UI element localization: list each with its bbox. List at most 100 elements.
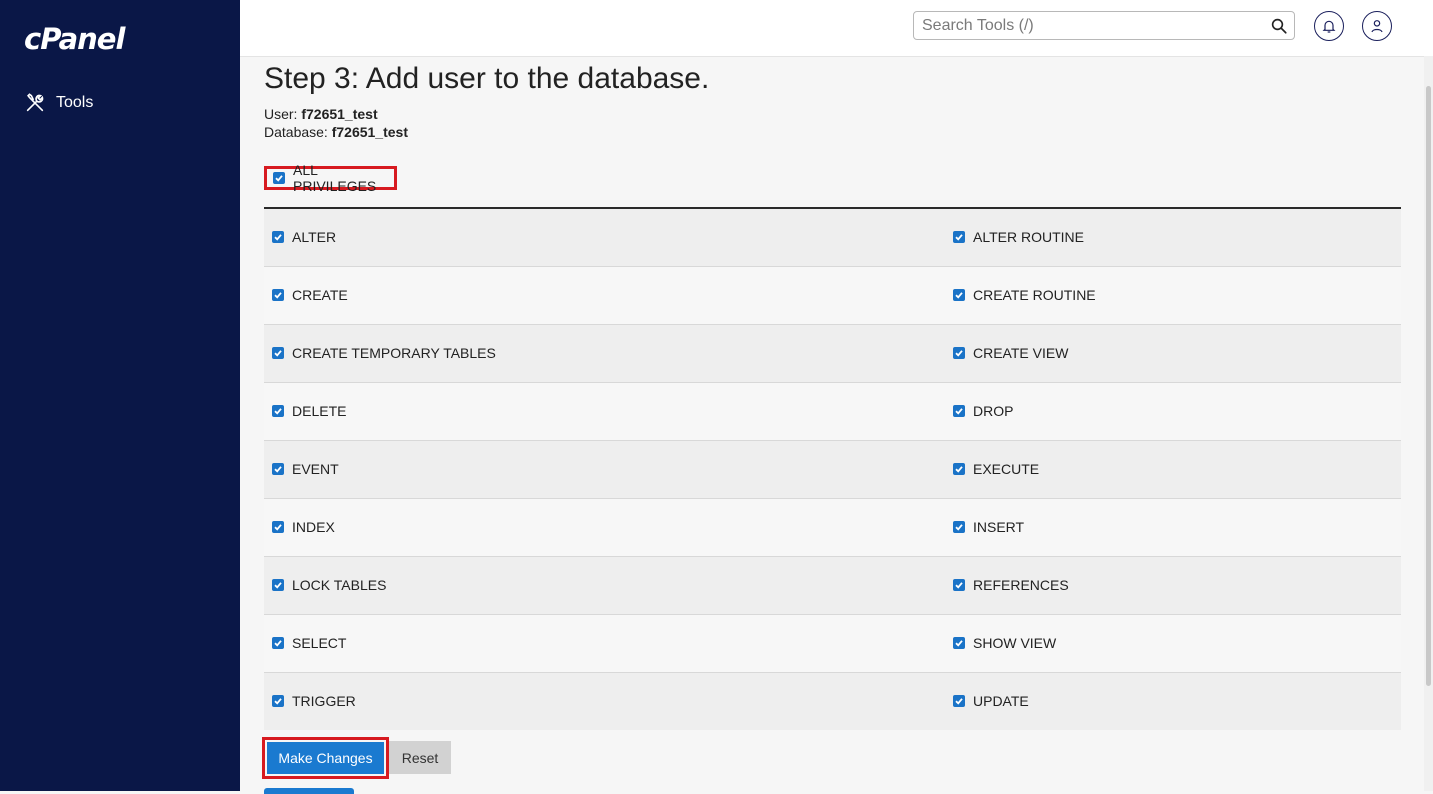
privilege-label: ALTER [292, 229, 337, 245]
privilege-label: UPDATE [973, 693, 1029, 709]
sidebar: cPanel Tools [0, 0, 240, 791]
privilege-checkbox[interactable]: REFERENCES [953, 557, 1069, 613]
privilege-label: CREATE [292, 287, 348, 303]
check-icon [955, 408, 963, 415]
privilege-checkbox[interactable]: CREATE ROUTINE [953, 267, 1096, 323]
privilege-label: ALTER ROUTINE [973, 229, 1084, 245]
checkbox-checked[interactable] [272, 347, 284, 359]
make-changes-highlight: Make Changes [262, 737, 389, 779]
privileges-table: ALTER ALTER ROUTINE CREATE CREATE ROUTINE CR… [264, 207, 1401, 730]
privilege-label: SHOW VIEW [973, 635, 1057, 651]
privilege-checkbox[interactable]: ALTER ROUTINE [953, 209, 1084, 265]
all-privileges-label: ALL PRIVILEGES [293, 162, 377, 194]
cpanel-logo[interactable]: cPanel [24, 22, 125, 56]
sidebar-item-tools[interactable]: Tools [24, 90, 93, 116]
checkbox-checked[interactable] [273, 172, 285, 184]
scrollbar-thumb[interactable] [1426, 86, 1431, 686]
privilege-checkbox[interactable]: SELECT [272, 615, 346, 671]
checkbox-checked[interactable] [272, 231, 284, 243]
check-icon [275, 175, 283, 182]
privilege-row: ALTER ALTER ROUTINE [264, 209, 1401, 267]
checkbox-checked[interactable] [953, 289, 965, 301]
check-icon [274, 292, 282, 299]
privilege-checkbox[interactable]: ALTER [272, 209, 336, 265]
privilege-checkbox[interactable]: EXECUTE [953, 441, 1039, 497]
database-value: f72651_test [331, 124, 408, 140]
sidebar-item-label: Tools [56, 94, 94, 111]
check-icon [955, 524, 963, 531]
checkbox-checked[interactable] [953, 695, 965, 707]
privilege-label: DROP [973, 403, 1014, 419]
privilege-label: DELETE [292, 403, 347, 419]
checkbox-checked[interactable] [272, 463, 284, 475]
privilege-label: CREATE VIEW [973, 345, 1069, 361]
privilege-checkbox[interactable]: CREATE TEMPORARY TABLES [272, 325, 496, 381]
privilege-checkbox[interactable]: EVENT [272, 441, 339, 497]
check-icon [955, 582, 963, 589]
checkbox-checked[interactable] [953, 347, 965, 359]
privilege-checkbox[interactable]: CREATE VIEW [953, 325, 1068, 381]
checkbox-checked[interactable] [953, 521, 965, 533]
checkbox-checked[interactable] [272, 695, 284, 707]
privilege-label: EVENT [292, 461, 339, 477]
user-menu-button[interactable] [1362, 11, 1392, 41]
user-icon [1371, 20, 1383, 33]
privilege-checkbox[interactable]: TRIGGER [272, 673, 356, 729]
privilege-row: SELECT SHOW VIEW [264, 615, 1401, 673]
tools-icon [26, 93, 44, 112]
database-info: Database: f72651_test [264, 124, 408, 140]
next-button-partial[interactable] [264, 788, 354, 794]
privilege-row: INDEX INSERT [264, 499, 1401, 557]
user-info: User: f72651_test [264, 106, 378, 122]
make-changes-button[interactable]: Make Changes [267, 742, 384, 774]
privilege-checkbox[interactable]: DELETE [272, 383, 346, 439]
check-icon [274, 698, 282, 705]
privilege-label: SELECT [292, 635, 347, 651]
notifications-button[interactable] [1314, 11, 1344, 41]
checkbox-checked[interactable] [272, 637, 284, 649]
search-input[interactable] [914, 12, 1262, 39]
privilege-row: LOCK TABLES REFERENCES [264, 557, 1401, 615]
checkbox-checked[interactable] [953, 405, 965, 417]
checkbox-checked[interactable] [953, 637, 965, 649]
page-scrollbar[interactable] [1424, 56, 1433, 791]
check-icon [955, 292, 963, 299]
check-icon [274, 408, 282, 415]
privilege-label: INSERT [973, 519, 1025, 535]
user-value: f72651_test [301, 106, 378, 122]
privilege-checkbox[interactable]: LOCK TABLES [272, 557, 386, 613]
check-icon [955, 466, 963, 473]
privilege-checkbox[interactable]: DROP [953, 383, 1013, 439]
checkbox-checked[interactable] [272, 289, 284, 301]
checkbox-checked[interactable] [953, 579, 965, 591]
reset-button[interactable]: Reset [389, 741, 451, 774]
privilege-checkbox[interactable]: UPDATE [953, 673, 1029, 729]
top-header [240, 0, 1433, 57]
checkbox-checked[interactable] [272, 579, 284, 591]
privilege-label: LOCK TABLES [292, 577, 387, 593]
privilege-label: TRIGGER [292, 693, 356, 709]
check-icon [955, 698, 963, 705]
all-privileges-checkbox[interactable]: ALL PRIVILEGES [264, 162, 397, 194]
check-icon [955, 350, 963, 357]
privilege-row: EVENT EXECUTE [264, 441, 1401, 499]
privilege-checkbox[interactable]: INDEX [272, 499, 335, 555]
check-icon [274, 640, 282, 647]
privilege-checkbox[interactable]: CREATE [272, 267, 348, 323]
checkbox-checked[interactable] [953, 231, 965, 243]
privilege-label: CREATE TEMPORARY TABLES [292, 345, 496, 361]
check-icon [274, 350, 282, 357]
checkbox-checked[interactable] [272, 521, 284, 533]
check-icon [274, 466, 282, 473]
privilege-row: CREATE TEMPORARY TABLES CREATE VIEW [264, 325, 1401, 383]
search-icon[interactable] [1270, 17, 1288, 35]
privilege-checkbox[interactable]: SHOW VIEW [953, 615, 1056, 671]
privilege-label: EXECUTE [973, 461, 1040, 477]
privilege-row: CREATE CREATE ROUTINE [264, 267, 1401, 325]
privilege-checkbox[interactable]: INSERT [953, 499, 1024, 555]
privilege-label: INDEX [292, 519, 335, 535]
check-icon [274, 582, 282, 589]
search-box [913, 11, 1295, 40]
checkbox-checked[interactable] [272, 405, 284, 417]
checkbox-checked[interactable] [953, 463, 965, 475]
